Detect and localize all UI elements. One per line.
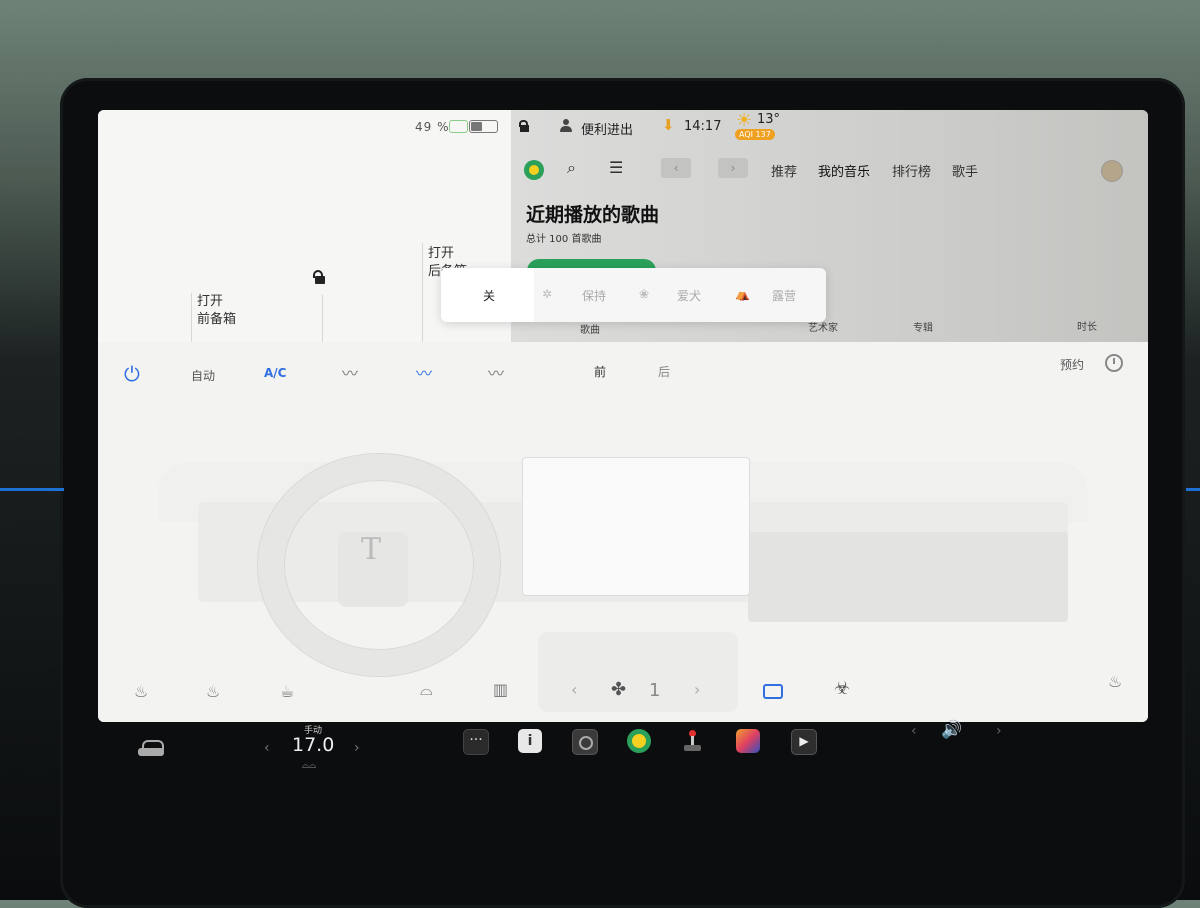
car-icon[interactable] [138,740,164,758]
temp-decrease-button[interactable]: ‹ [264,740,270,756]
toybox-app-icon[interactable] [680,729,704,753]
qq-music-app-icon[interactable] [627,729,651,753]
fan-decrease-button[interactable]: ‹ [571,680,577,699]
front-zone-button[interactable]: 前 [594,363,606,380]
divider [322,295,323,343]
battery-icon [469,120,498,133]
aqi-badge: AQI 137 [735,129,775,140]
back-button[interactable]: ‹ [661,158,691,178]
search-icon[interactable]: ⌕ [567,158,576,178]
schedule-button[interactable]: 预约 [1060,356,1084,373]
camp-icon: ⛺ [735,287,750,301]
ac-button[interactable]: A/C [264,366,286,380]
seat-heater-right-icon[interactable]: ♨ [1108,672,1122,691]
download-icon[interactable]: ⬇ [662,116,675,134]
mode-off-option[interactable]: 关 [483,287,495,304]
seat-heater-left-icon[interactable]: ♨ [134,682,148,701]
lock-status-icon[interactable] [519,120,529,132]
temp-increase-button[interactable]: › [354,740,360,756]
camera-app-icon[interactable] [572,729,598,755]
tab-singers[interactable]: 歌手 [952,161,978,180]
rear-zone-button[interactable]: 后 [658,363,670,380]
airflow-feet-icon[interactable]: 〰 [488,360,504,384]
avatar[interactable] [1101,160,1123,182]
charging-icon [449,120,468,133]
column-album[interactable]: 专辑 [913,319,933,334]
volume-icon[interactable]: 🔊 [941,720,962,740]
column-song[interactable]: 歌曲 [580,321,600,336]
mode-keep-option[interactable]: 保持 [582,287,606,304]
tab-recommend[interactable]: 推荐 [771,161,797,180]
volume-up-button[interactable]: › [996,723,1002,739]
section-title: 近期播放的歌曲 [526,204,660,226]
bioweapon-mode-icon[interactable]: ☣ [834,678,850,699]
recirculate-icon[interactable] [763,684,783,699]
center-console [538,632,738,712]
forward-button[interactable]: › [718,158,748,178]
ambient-light-left [0,488,64,491]
front-trunk-line2: 前备箱 [197,312,237,327]
playlist-icon[interactable]: ☰ [609,158,623,177]
fan-increase-button[interactable]: › [694,680,700,699]
auto-button[interactable]: 自动 [191,367,215,384]
weather-temp: 13° [757,112,781,127]
climate-mode-popup: 关 ✲ 保持 ❀ 爱犬 ⛺ 露营 [441,268,826,322]
ambient-light-right [1186,488,1200,491]
tab-my-music[interactable]: 我的音乐 [818,161,870,180]
fan-icon: ✤ [611,679,627,700]
qq-music-logo-icon[interactable] [524,160,544,180]
clock: 14:17 [684,119,722,134]
column-duration[interactable]: 时长 [1077,318,1097,333]
rear-defrost-icon[interactable]: ▥ [493,680,508,699]
tab-charts[interactable]: 排行榜 [892,161,931,180]
divider [422,243,423,343]
battery-level-fill [471,122,482,131]
climate-panel: T ⏻ 自动 A/C 〰 〰 〰 前 后 预约 ♨ ♨ ☕ ⌓ ▥ ‹ ✤ 1 … [98,342,1148,722]
keep-icon: ✲ [542,287,553,301]
touchscreen: 49 % 打开 前备箱 打开 后备箱 便利 [98,110,1148,722]
tesla-logo-icon: T [361,532,382,567]
steering-heater-icon[interactable]: ♨ [206,682,220,701]
easy-entry-label[interactable]: 便利进出 [581,119,633,138]
profile-icon[interactable] [559,119,573,133]
front-defrost-icon[interactable]: ⌓ [420,680,433,700]
power-icon[interactable]: ⏻ [124,362,140,386]
glovebox [748,532,1068,622]
battery-percent: 49 % [415,120,450,134]
rear-trunk-line1: 打开 [428,246,455,261]
manual-app-icon[interactable]: i [518,729,542,753]
airflow-face-icon[interactable]: 〰 [342,360,358,384]
more-apps-icon[interactable]: ··· [463,729,489,755]
open-front-trunk-button[interactable]: 打开 前备箱 [197,293,236,329]
temperature-display[interactable]: 17.0 [292,734,334,756]
unlock-icon[interactable] [313,270,325,284]
airflow-face-feet-icon[interactable]: 〰 [416,360,432,384]
volume-down-button[interactable]: ‹ [911,723,917,739]
dog-icon: ❀ [639,287,650,301]
fan-speed: 1 [649,680,661,701]
seat-climate-icon[interactable]: ⌓⌓ [302,761,316,771]
mode-dog-option[interactable]: 爱犬 [677,287,701,304]
song-count: 总计 100 首歌曲 [526,234,602,245]
divider [191,293,192,343]
arcade-app-icon[interactable] [736,729,760,753]
sun-icon: ☀ [736,110,753,131]
front-trunk-line1: 打开 [197,294,224,309]
center-display [522,457,750,596]
clock-icon[interactable] [1105,354,1123,372]
wheel-heat-icon[interactable]: ☕ [280,682,294,701]
mode-camp-option[interactable]: 露营 [772,287,796,304]
theater-app-icon[interactable]: ▶ [791,729,817,755]
